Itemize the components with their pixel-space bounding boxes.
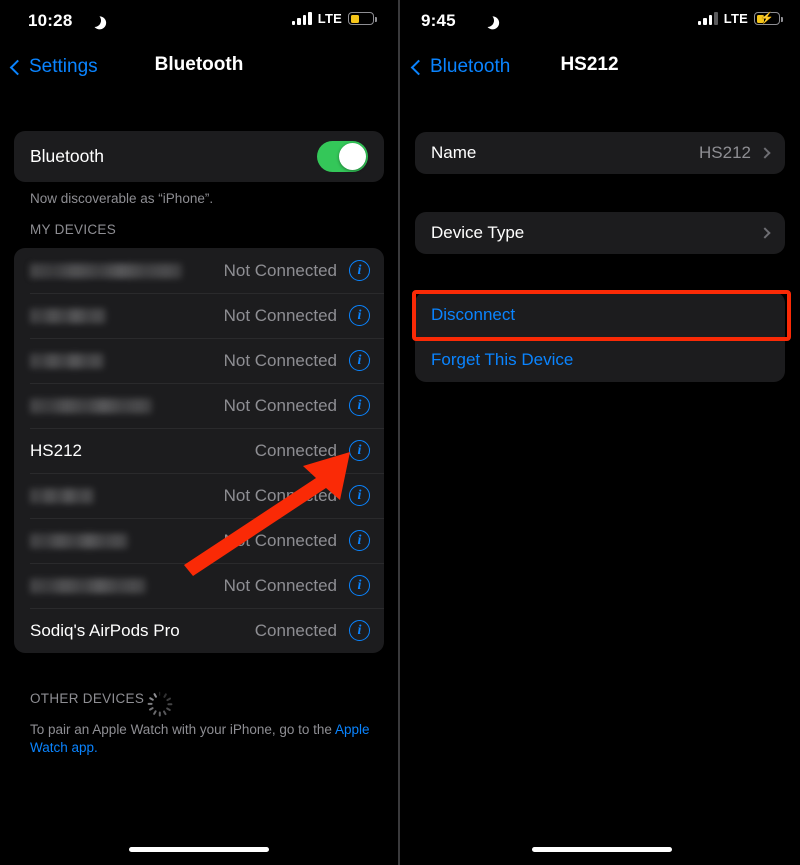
apple-watch-pair-note: To pair an Apple Watch with your iPhone,… [30,721,375,757]
device-name: HS212 [30,440,82,460]
name-row-card: Name HS212 [415,132,785,174]
row-device-type[interactable]: Device Type [415,212,785,254]
device-name: Sodiq's AirPods Pro [30,620,180,640]
status-bar-right: 9:45 LTE ⚡ [401,0,800,40]
battery-low-power-icon [348,12,377,25]
info-circle-icon[interactable]: i [349,440,370,461]
device-row[interactable]: Sodiq's AirPods Pro Connected i [14,608,384,653]
row-name[interactable]: Name HS212 [415,132,785,174]
bluetooth-toggle-card: Bluetooth [14,131,384,182]
home-indicator-left [129,847,269,852]
forget-this-device-button[interactable]: Forget This Device [415,337,785,382]
device-row[interactable]: Not Connected i [14,338,384,383]
device-row[interactable]: HS212 Connected i [14,428,384,473]
chevron-right-icon [759,147,771,159]
cellular-signal-icon [291,12,312,25]
home-indicator-right [532,847,672,852]
info-circle-icon[interactable]: i [349,485,370,506]
info-circle-icon[interactable]: i [349,620,370,641]
my-devices-list: Not Connected i Not Connected i Not Connec… [14,248,384,653]
device-name [30,261,224,281]
network-type-label: LTE [317,11,342,26]
device-name [30,531,224,551]
device-status: Not Connected [223,575,337,595]
device-row[interactable]: Not Connected i [14,293,384,338]
device-status: Connected [254,440,337,460]
device-status: Not Connected [223,350,337,370]
status-indicators: LTE ⚡ [697,11,783,26]
bluetooth-label: Bluetooth [30,146,104,166]
device-status: Not Connected [223,260,337,280]
loading-spinner-icon [147,691,173,717]
device-name [30,486,224,506]
my-devices-header-label: MY DEVICES [30,222,117,237]
device-status: Not Connected [223,530,337,550]
status-time: 9:45 [421,11,456,30]
info-circle-icon[interactable]: i [349,350,370,371]
network-type-label: LTE [723,11,748,26]
device-actions-card: Disconnect Forget This Device [415,292,785,382]
info-circle-icon[interactable]: i [349,395,370,416]
nav-bar-left: Settings Bluetooth [0,52,398,94]
status-bar-left: 10:28 LTE [0,0,398,40]
cellular-signal-icon [697,12,718,25]
info-circle-icon[interactable]: i [349,305,370,326]
device-status: Connected [254,620,337,640]
my-devices-header: MY DEVICES [30,222,116,237]
status-time: 10:28 [28,11,73,30]
status-indicators: LTE [291,11,377,26]
device-detail-screen: 9:45 LTE ⚡ Bluetooth HS212 Name HS212 De… [401,0,800,865]
battery-charging-icon: ⚡ [754,12,783,25]
device-row[interactable]: Not Connected i [14,248,384,293]
discoverable-note: Now discoverable as “iPhone”. [30,191,214,206]
forget-this-device-label: Forget This Device [431,349,574,369]
info-circle-icon[interactable]: i [349,260,370,281]
bluetooth-settings-screen: 10:28 LTE Settings Bluetooth Bluetooth N… [0,0,398,865]
other-devices-header: OTHER DEVICES [30,691,173,717]
name-row-value: HS212 [699,143,751,162]
moon-crescent-icon [479,12,496,29]
device-row[interactable]: Not Connected i [14,383,384,428]
device-row[interactable]: Not Connected i [14,563,384,608]
device-row[interactable]: Not Connected i [14,473,384,518]
bluetooth-toggle-switch[interactable] [317,141,368,172]
device-type-card: Device Type [415,212,785,254]
toggle-knob [339,143,366,170]
device-name [30,351,224,371]
panel-divider [398,0,400,865]
device-status: Not Connected [223,395,337,415]
nav-bar-right: Bluetooth HS212 [401,52,800,94]
name-row-label: Name [431,143,477,162]
chevron-right-icon [759,227,771,239]
lightning-bolt-icon: ⚡ [760,12,774,24]
disconnect-button[interactable]: Disconnect [415,292,785,337]
info-circle-icon[interactable]: i [349,575,370,596]
device-row[interactable]: Not Connected i [14,518,384,563]
screenshot-root: 10:28 LTE Settings Bluetooth Bluetooth N… [0,0,800,865]
device-name [30,396,224,416]
disconnect-label: Disconnect [431,304,516,324]
info-circle-icon[interactable]: i [349,530,370,551]
pair-note-text: To pair an Apple Watch with your iPhone,… [30,722,332,737]
device-status: Not Connected [223,305,337,325]
page-title: HS212 [560,54,619,75]
device-name [30,306,224,326]
bluetooth-toggle-row[interactable]: Bluetooth [14,131,384,182]
page-title: Bluetooth [154,54,244,75]
device-status: Not Connected [223,485,337,505]
moon-crescent-icon [86,12,103,29]
device-type-row-label: Device Type [431,223,525,242]
other-devices-header-label: OTHER DEVICES [30,691,145,706]
device-name [30,576,224,596]
